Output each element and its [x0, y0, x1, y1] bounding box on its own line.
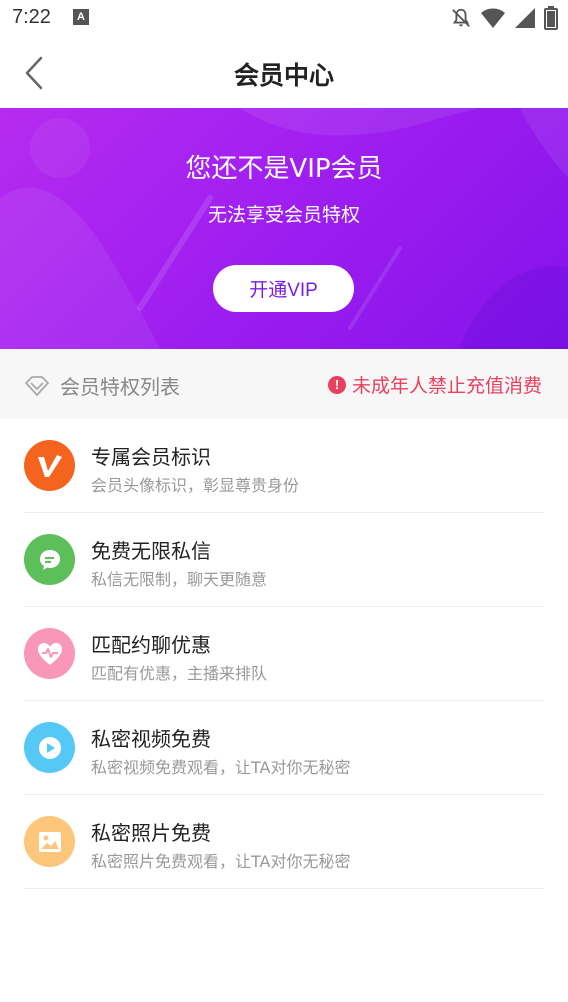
- privilege-icon-bg: [24, 816, 75, 867]
- image-icon: [38, 831, 61, 852]
- privilege-icon-bg: [24, 534, 75, 585]
- minor-warning: ! 未成年人禁止充值消费: [327, 371, 542, 398]
- vip-v-icon: [37, 454, 62, 477]
- status-icons: [450, 6, 558, 30]
- notification-badge: A: [73, 9, 89, 25]
- signal-icon: [515, 8, 535, 28]
- privilege-icon-bg: [24, 628, 75, 679]
- heart-pulse-icon: [37, 642, 62, 665]
- privilege-title: 专属会员标识: [91, 445, 211, 469]
- notifications-off-icon: [452, 8, 470, 27]
- privilege-desc: 私密视频免费观看，让TA对你无秘密: [91, 758, 351, 777]
- privilege-item[interactable]: 免费无限私信 私信无限制，聊天更随意: [24, 513, 544, 607]
- wifi-icon: [481, 8, 505, 28]
- section-title-group: 会员特权列表: [24, 371, 180, 400]
- privilege-icon-bg: [24, 440, 75, 491]
- privilege-icon-bg: [24, 722, 75, 773]
- privilege-title: 匹配约聊优惠: [91, 633, 211, 657]
- privilege-item[interactable]: 私密视频免费 私密视频免费观看，让TA对你无秘密: [24, 701, 544, 795]
- vip-banner: 您还不是VIP会员 无法享受会员特权 开通VIP: [0, 108, 568, 349]
- banner-background: [0, 108, 568, 349]
- privilege-item[interactable]: 私密照片免费 私密照片免费观看，让TA对你无秘密: [24, 795, 544, 889]
- open-vip-button[interactable]: 开通VIP: [213, 265, 354, 312]
- app-header: 会员中心: [0, 38, 568, 108]
- section-title: 会员特权列表: [60, 375, 180, 399]
- privilege-item[interactable]: 专属会员标识 会员头像标识，彰显尊贵身份: [24, 419, 544, 513]
- privileges-list: 专属会员标识 会员头像标识，彰显尊贵身份 免费无限私信 私信无限制，聊天更随意 …: [0, 419, 568, 889]
- play-icon: [38, 736, 61, 759]
- banner-subtitle: 无法享受会员特权: [207, 204, 360, 226]
- privilege-desc: 会员头像标识，彰显尊贵身份: [91, 476, 300, 495]
- warning-text: 未成年人禁止充值消费: [351, 375, 542, 397]
- page-title: 会员中心: [233, 61, 334, 90]
- diamond-icon: [25, 375, 49, 396]
- banner-title: 您还不是VIP会员: [185, 154, 383, 184]
- status-time: 7:22: [12, 6, 51, 28]
- privilege-title: 私密照片免费: [91, 821, 211, 845]
- chat-bubble-icon: [39, 549, 60, 570]
- privilege-title: 私密视频免费: [91, 727, 211, 751]
- privilege-item[interactable]: 匹配约聊优惠 匹配有优惠，主播来排队: [24, 607, 544, 701]
- privileges-section-header: 会员特权列表 ! 未成年人禁止充值消费: [0, 349, 568, 419]
- warning-icon: !: [327, 375, 346, 394]
- privilege-desc: 私信无限制，聊天更随意: [91, 570, 268, 589]
- privilege-desc: 匹配有优惠，主播来排队: [91, 664, 268, 683]
- privilege-title: 免费无限私信: [91, 539, 211, 563]
- battery-icon: [544, 6, 558, 30]
- status-bar: 7:22 A: [0, 0, 568, 38]
- privilege-desc: 私密照片免费观看，让TA对你无秘密: [91, 852, 351, 871]
